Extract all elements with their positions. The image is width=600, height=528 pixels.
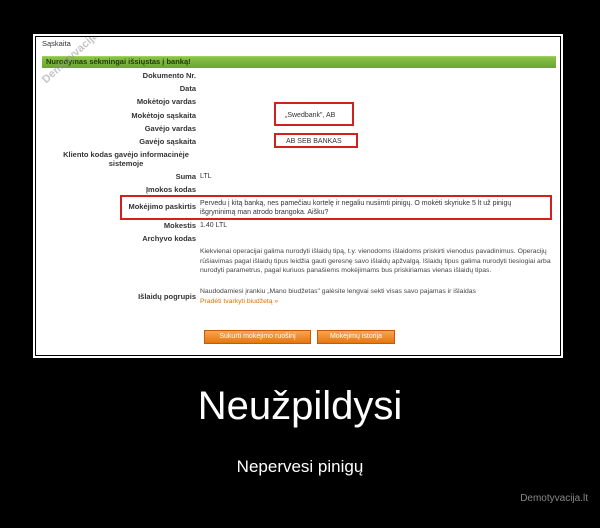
label-amount: Suma: [175, 172, 196, 181]
payer-account-value: „Swedbank", AB: [285, 112, 336, 119]
label-expense-subgroup: Išlaidų pogrupis: [138, 292, 196, 301]
poster-subtitle: Nepervesi pinigų: [236, 457, 364, 476]
payment-history-button[interactable]: Mokėjimų istorija: [317, 330, 395, 344]
expense-type-description: Kiekvienai operacijai galima nurodyti iš…: [200, 248, 551, 274]
label-payer-account: Mokėtojo sąskaita: [131, 111, 196, 120]
create-template-button[interactable]: Sukurti mokėjimo ruošinį: [204, 330, 311, 344]
recipient-account-value: AB SEB BANKAS: [286, 138, 342, 145]
fee-value: 1.40 LTL: [200, 222, 228, 229]
label-fee: Mokestis: [163, 221, 196, 230]
label-archive-code: Archyvo kodas: [142, 234, 196, 243]
window-title: Sąskaita: [42, 39, 71, 48]
poster-title: Neužpildysi: [197, 384, 403, 428]
site-mark: Demotyvacija.lt: [520, 493, 588, 504]
label-date: Data: [179, 84, 196, 93]
label-recipient-account: Gavėjo sąskaita: [139, 137, 196, 146]
success-banner: Nurodymas sėkmingai išsiųstas į banką!: [42, 56, 556, 68]
amount-value: LTL: [200, 173, 212, 180]
payment-purpose-value: Pervedu į kitą banką, nes pamečiau korte…: [200, 200, 512, 216]
label-client-code: Kliento kodas gavėjo informacinėje siste…: [63, 150, 189, 168]
bank-screenshot: Sąskaita Nurodymas sėkmingai išsiųstas į…: [36, 37, 560, 355]
label-payer-name: Mokėtojo vardas: [136, 97, 196, 106]
label-recipient-name: Gavėjo vardas: [144, 124, 196, 133]
payer-account-highlight: „Swedbank", AB: [274, 102, 354, 126]
payment-purpose-highlight: Pervedu į kitą banką, nes pamečiau korte…: [120, 195, 552, 220]
label-payment-code: Įmokos kodas: [145, 185, 196, 194]
recipient-account-highlight: AB SEB BANKAS: [274, 133, 358, 148]
start-budget-link[interactable]: Pradėti tvarkyti biudžetą »: [200, 297, 555, 307]
budget-description: Naudodamiesi įrankiu „Mano biudžetas" ga…: [200, 288, 476, 295]
